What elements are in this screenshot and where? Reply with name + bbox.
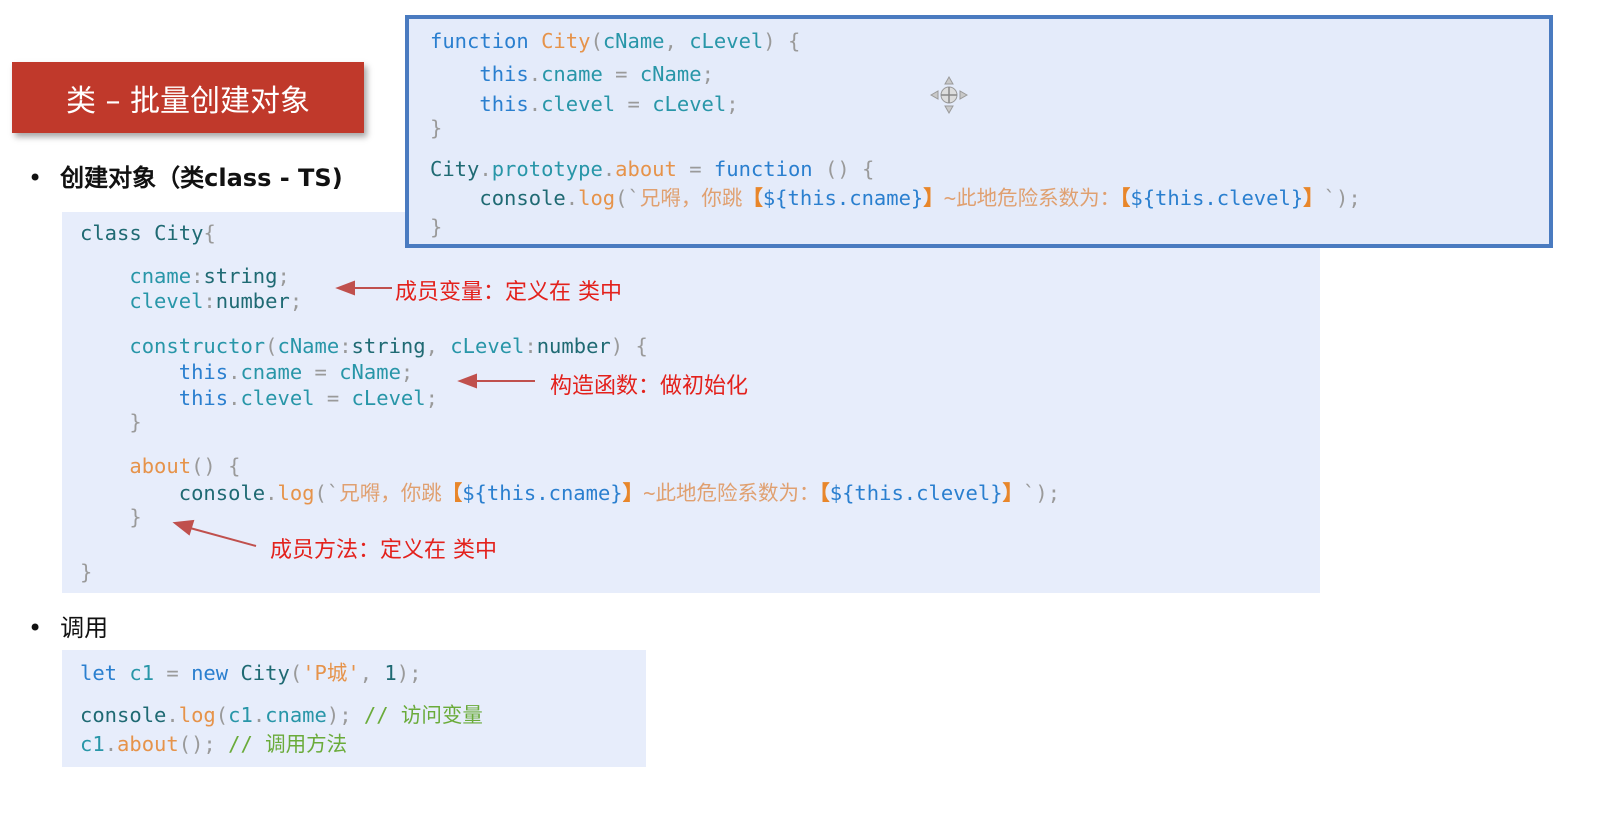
annotation-arrows — [172, 280, 535, 547]
annotation-member-method: 成员方法：定义在 类中 — [270, 538, 497, 563]
arrow-member-method — [189, 527, 257, 547]
annotation-member-vars: 成员变量：定义在 类中 — [395, 280, 622, 305]
annotation-constructor: 构造函数：做初始化 — [550, 374, 749, 399]
